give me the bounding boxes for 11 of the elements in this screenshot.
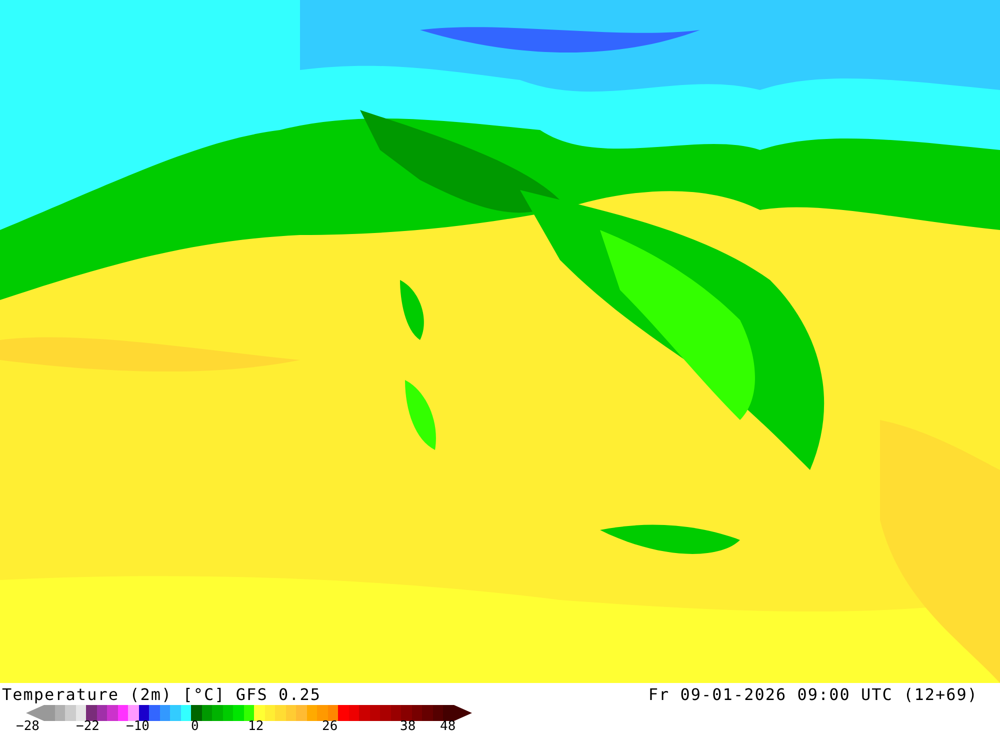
chart-title: Temperature (2m) [°C] GFS 0.25 (2, 684, 321, 704)
tick-label: 26 (322, 719, 338, 733)
right-arrow-icon (454, 705, 472, 721)
tick-label: 12 (248, 719, 264, 733)
valid-time: Fr 09-01-2026 09:00 UTC (12+69) (648, 684, 978, 704)
tick-label: 0 (191, 719, 199, 733)
tick-label: 48 (440, 719, 456, 733)
tick-label: 38 (400, 719, 416, 733)
tick-label: −10 (126, 719, 150, 733)
tick-label: −28 (16, 719, 40, 733)
tick-label: −22 (76, 719, 100, 733)
